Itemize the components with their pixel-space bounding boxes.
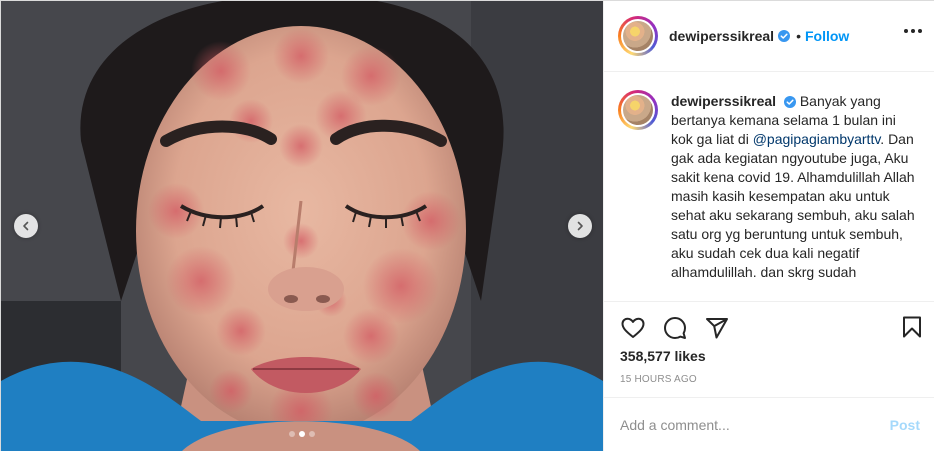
verified-badge-icon [778, 30, 791, 42]
separator-dot: • [796, 28, 801, 44]
comment-input[interactable] [620, 417, 882, 433]
chevron-right-icon [577, 221, 583, 231]
carousel-dot [309, 431, 315, 437]
follow-button[interactable]: Follow [805, 28, 849, 44]
author-avatar[interactable] [618, 16, 658, 56]
bookmark-icon [903, 316, 921, 338]
post-comment-button[interactable]: Post [890, 417, 920, 433]
post-timestamp[interactable]: 15 HOURS AGO [620, 374, 697, 385]
post-photo [1, 1, 603, 451]
action-bar: 358,577 likes 15 HOURS AGO [604, 301, 934, 385]
carousel-prev-button[interactable] [14, 214, 38, 238]
comment-icon [664, 317, 686, 339]
caption-body-part2: . Dan gak ada kegiatan ngyoutube juga, A… [671, 131, 915, 280]
comment-bar: Post [604, 397, 934, 451]
post-header: dewiperssikreal • Follow [604, 1, 934, 72]
carousel-dot [299, 431, 305, 437]
save-button[interactable] [900, 315, 926, 341]
verified-badge-icon [783, 96, 796, 109]
like-button[interactable] [620, 315, 646, 341]
caption-mention-link[interactable]: @pagipagiambyarttv [753, 131, 881, 147]
more-options-icon[interactable] [904, 29, 922, 33]
carousel-indicator [1, 431, 603, 437]
chevron-left-icon [23, 221, 29, 231]
comment-button[interactable] [662, 315, 688, 341]
caption-username[interactable]: dewiperssikreal [671, 93, 776, 109]
instagram-post: dewiperssikreal • Follow dewiperssikreal… [0, 0, 934, 451]
heart-icon [621, 317, 645, 338]
post-media[interactable] [1, 1, 603, 451]
carousel-dot [289, 431, 295, 437]
author-username[interactable]: dewiperssikreal [669, 28, 774, 44]
caption-text: dewiperssikreal Banyak yang bertanya kem… [671, 92, 921, 300]
share-icon [706, 318, 728, 339]
caption-avatar[interactable] [618, 90, 658, 130]
carousel-next-button[interactable] [568, 214, 592, 238]
share-button[interactable] [704, 315, 730, 341]
post-sidebar: dewiperssikreal • Follow dewiperssikreal… [603, 1, 934, 451]
likes-count[interactable]: 358,577 likes [620, 348, 706, 364]
caption: dewiperssikreal Banyak yang bertanya kem… [604, 72, 934, 300]
